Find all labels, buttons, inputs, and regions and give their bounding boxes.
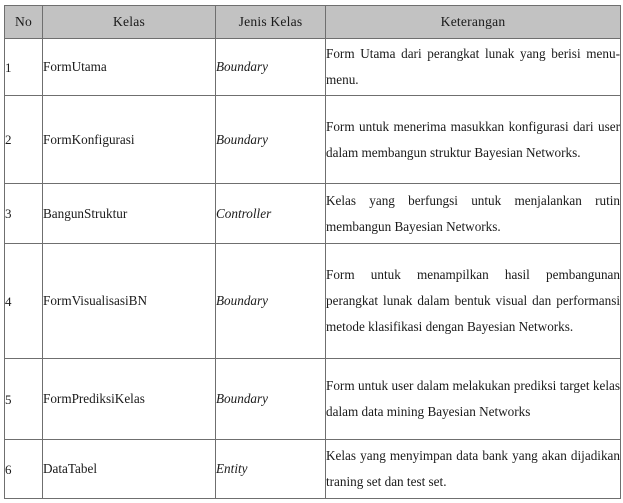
table-row: 6 DataTabel Entity Kelas yang menyimpan … (4, 439, 621, 499)
document-page: No Kelas Jenis Kelas Keterangan 1 FormUt… (0, 0, 623, 503)
table-row: 3 BangunStruktur Controller Kelas yang b… (4, 183, 621, 244)
cell-kelas: FormVisualisasiBN (42, 243, 216, 359)
column-header-jenis-kelas-label: Jenis Kelas (238, 14, 303, 30)
table-body: 1 FormUtama Boundary Form Utama dari per… (4, 38, 621, 499)
column-header-kelas: Kelas (42, 5, 216, 39)
cell-kelas: DataTabel (42, 439, 216, 499)
table-row: 5 FormPrediksiKelas Boundary Form untuk … (4, 358, 621, 440)
cell-kelas: FormKonfigurasi (42, 95, 216, 184)
column-header-kelas-label: Kelas (113, 14, 145, 30)
cell-jenis-kelas: Boundary (215, 95, 326, 184)
table-row: 1 FormUtama Boundary Form Utama dari per… (4, 38, 621, 96)
cell-keterangan: Kelas yang berfungsi untuk menjalankan r… (325, 183, 621, 244)
cell-keterangan-text: Form untuk menerima masukkan konfigurasi… (326, 118, 620, 160)
cell-keterangan-text: Kelas yang menyimpan data bank yang akan… (326, 448, 620, 489)
table-header: No Kelas Jenis Kelas Keterangan (4, 5, 621, 39)
cell-no: 6 (4, 439, 43, 499)
cell-keterangan: Form untuk menerima masukkan konfigurasi… (325, 95, 621, 184)
cell-no: 3 (4, 183, 43, 244)
cell-jenis-kelas: Boundary (215, 243, 326, 359)
column-header-keterangan-label: Keterangan (440, 14, 506, 30)
cell-keterangan: Form Utama dari perangkat lunak yang ber… (325, 38, 621, 96)
cell-keterangan: Form untuk user dalam melakukan prediksi… (325, 358, 621, 440)
column-header-no: No (4, 5, 43, 39)
table-row: 4 FormVisualisasiBN Boundary Form untuk … (4, 243, 621, 359)
class-description-table: No Kelas Jenis Kelas Keterangan 1 FormUt… (4, 5, 621, 499)
cell-kelas: BangunStruktur (42, 183, 216, 244)
cell-keterangan-text: Form untuk menampilkan hasil pembangunan… (326, 267, 620, 334)
table-row: 2 FormKonfigurasi Boundary Form untuk me… (4, 95, 621, 184)
cell-keterangan-text: Form untuk user dalam melakukan prediksi… (326, 378, 620, 419)
cell-keterangan: Kelas yang menyimpan data bank yang akan… (325, 439, 621, 499)
cell-no: 2 (4, 95, 43, 184)
column-header-jenis-kelas: Jenis Kelas (215, 5, 326, 39)
cell-jenis-kelas: Boundary (215, 358, 326, 440)
table-header-row: No Kelas Jenis Kelas Keterangan (4, 5, 621, 39)
column-header-keterangan: Keterangan (325, 5, 621, 39)
cell-no: 4 (4, 243, 43, 359)
cell-jenis-kelas: Entity (215, 439, 326, 499)
cell-no: 1 (4, 38, 43, 96)
cell-keterangan-text: Kelas yang berfungsi untuk menjalankan r… (326, 192, 620, 234)
cell-keterangan: Form untuk menampilkan hasil pembangunan… (325, 243, 621, 359)
cell-keterangan-text: Form Utama dari perangkat lunak yang ber… (326, 46, 620, 87)
cell-jenis-kelas: Boundary (215, 38, 326, 96)
cell-jenis-kelas: Controller (215, 183, 326, 244)
cell-no: 5 (4, 358, 43, 440)
cell-kelas: FormUtama (42, 38, 216, 96)
column-header-no-label: No (14, 14, 32, 30)
cell-kelas: FormPrediksiKelas (42, 358, 216, 440)
